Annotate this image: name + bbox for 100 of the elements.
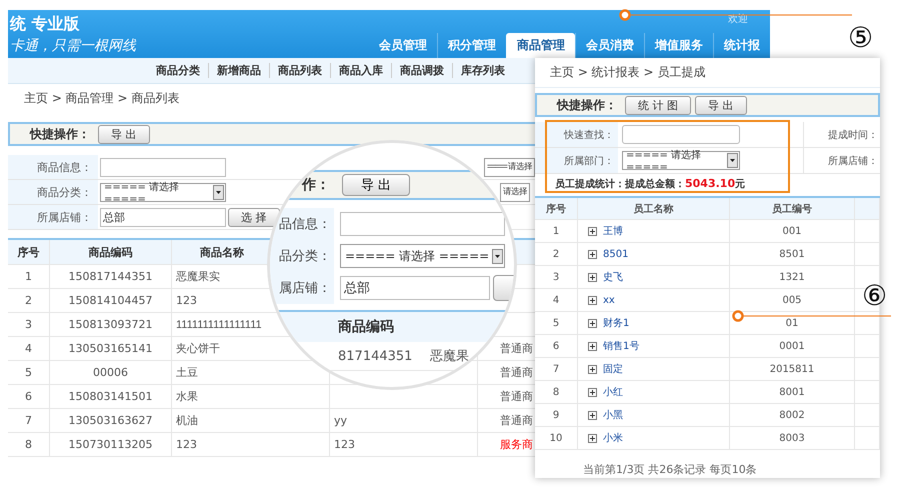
export-button[interactable]: 导 出 [342,174,410,196]
callout-number: ⑥ [862,282,888,310]
expand-icon[interactable] [588,364,597,374]
employee-link[interactable]: 小红 [603,385,623,399]
field-label: 商品信息： [37,160,92,174]
field-label: 品信息： [279,216,331,233]
slogan: 卡通，只需一根网线 [10,37,136,55]
table-cell: 817144351 [338,348,412,364]
nav-tab[interactable]: 商品管理 [506,33,575,58]
column-header: 商品编码 [337,318,395,336]
field-label: 所属店铺： [828,154,878,168]
product-type: 普通商 [500,389,533,404]
sub-nav-link[interactable]: 商品列表 [269,63,330,78]
table-cell: 土豆 [176,365,198,380]
quick-actions-label: 快捷操作： [556,96,618,114]
field-label: 品分类： [279,248,331,265]
table-cell: 00006 [93,366,128,379]
expand-icon[interactable] [588,388,597,396]
column-header: 序号 [18,244,40,260]
column-header: 序号 [546,202,566,216]
table-cell: 4 [25,342,32,355]
product-type: 普通商 [500,341,533,356]
dropdown[interactable]: ===== 请选择 ===== [622,151,740,170]
employee-link[interactable]: 财务1 [603,316,630,330]
expand-icon[interactable] [588,434,597,442]
sub-nav-link[interactable]: 商品调拨 [391,63,452,78]
column-header: 商品名称 [200,244,244,260]
employee-link[interactable]: 王博 [603,224,623,238]
toolbar-button[interactable]: 统 计 图 [625,96,691,114]
sub-nav-link[interactable]: 新增商品 [208,63,269,78]
product-type: 普通商 [500,413,533,428]
select-button[interactable] [493,275,514,301]
expand-icon[interactable] [588,296,597,304]
table-cell: 01 [786,318,798,328]
table-cell: 水果 [176,389,198,404]
field-label: 提成时间： [828,128,878,142]
text-field[interactable] [340,212,505,236]
toolbar-button[interactable]: 导 出 [695,96,746,114]
table-cell: 5 [25,366,32,379]
product-type: 普通商 [500,365,533,380]
table-cell: 8 [25,438,32,451]
employee-link[interactable]: 8501 [603,248,628,260]
table-cell: 4 [552,294,560,306]
table-cell: 9 [552,410,560,420]
employee-link[interactable]: xx [603,294,615,306]
table-cell: 123 [334,438,355,451]
employee-link[interactable]: 固定 [603,362,623,376]
table-cell: 8501 [779,248,805,260]
table-cell: 1 [25,270,32,283]
table-cell: 恶魔果实 [176,269,220,284]
expand-icon[interactable] [588,250,597,258]
expand-icon[interactable] [588,318,597,328]
table-cell: 机油 [176,413,198,428]
table-cell: 150814104457 [68,294,152,307]
table-cell: 150817144351 [68,270,152,283]
select-button[interactable]: 选 择 [228,208,280,226]
dropdown[interactable]: ===== 请选择 ===== [100,182,226,202]
sub-nav-link[interactable]: 库存列表 [452,63,513,78]
table-cell: 123 [176,438,197,451]
export-button[interactable]: 导 出 [98,124,150,144]
employee-link[interactable]: 销售1号 [603,339,640,353]
table-cell: 2 [25,294,32,307]
sub-nav-link[interactable]: 商品入库 [330,63,391,78]
table-cell: 8003 [779,432,805,444]
text-field[interactable] [100,158,226,176]
table-cell: 3 [552,272,560,282]
pagination-text: 当前第1/3页 共26条记录 每页10条 [583,463,757,476]
dropdown[interactable]: ===== 请选择 ===== [340,244,505,268]
field-label: 所属部门： [564,154,614,168]
expand-icon[interactable] [588,410,597,420]
search-field[interactable] [622,125,740,144]
table-cell: 10 [550,432,562,444]
field-label: 快速查找： [564,128,614,142]
table-cell: 123 [176,294,197,307]
table-cell: yy [334,414,348,427]
table-cell: 1111111111111111 [176,318,262,330]
table-cell: 130503163627 [68,414,152,427]
employee-link[interactable]: 史飞 [603,270,623,284]
table-cell: 8 [552,386,560,398]
expand-icon[interactable] [588,272,597,282]
table-cell: 8002 [779,410,805,420]
table-cell: 0001 [779,340,805,352]
table-cell: 2 [552,248,560,260]
table-cell-text: 恶魔果 [430,348,469,365]
table-cell: 7 [25,414,32,427]
table-cell: 2015811 [770,364,814,374]
field-label: 属店铺： [279,280,331,297]
table-cell: 3 [25,318,32,331]
text-field[interactable]: 总部 [340,276,490,300]
app-title: 统 专业版 [10,14,80,35]
expand-icon[interactable] [588,226,597,236]
product-type: 服务商 [500,437,533,452]
employee-link[interactable]: 小米 [603,431,623,445]
text-field[interactable]: 总部 [100,208,226,226]
column-header: 员工编号 [772,202,812,216]
expand-icon[interactable] [588,342,597,350]
employee-link[interactable]: 小黑 [603,408,623,422]
sub-nav-link[interactable]: 商品分类 [148,63,208,78]
table-cell: 6 [552,340,560,352]
quick-actions-label: 快捷操作： [28,126,91,142]
